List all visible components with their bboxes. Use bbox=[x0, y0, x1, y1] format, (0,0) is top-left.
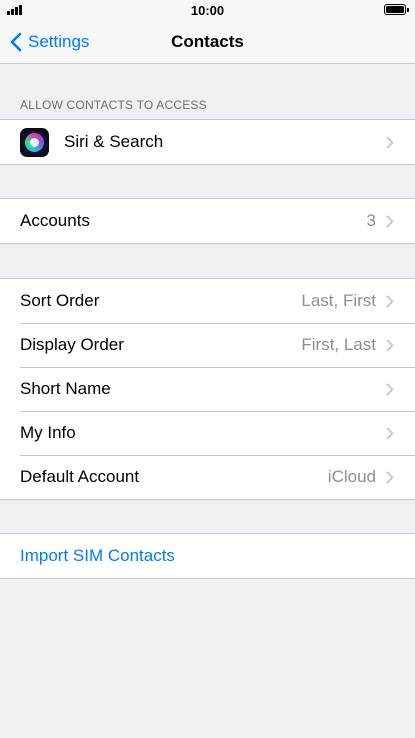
chevron-right-icon bbox=[386, 295, 394, 307]
chevron-right-icon bbox=[386, 215, 394, 227]
my-info-label: My Info bbox=[20, 423, 76, 442]
sort-order-label: Sort Order bbox=[20, 291, 100, 310]
default-account-value: iCloud bbox=[327, 467, 376, 486]
sort-order-row[interactable]: Sort Order Last, First bbox=[0, 279, 415, 323]
accounts-group: Accounts 3 bbox=[0, 198, 415, 244]
siri-icon bbox=[20, 127, 49, 157]
chevron-right-icon bbox=[386, 136, 394, 148]
display-order-row[interactable]: Display Order First, Last bbox=[0, 323, 415, 367]
display-order-label: Display Order bbox=[20, 335, 124, 354]
siri-group: Siri & Search bbox=[0, 119, 415, 165]
status-bar: 10:00 bbox=[0, 0, 415, 20]
accounts-count: 3 bbox=[366, 211, 376, 230]
battery-icon bbox=[384, 4, 409, 15]
accounts-row[interactable]: Accounts 3 bbox=[0, 199, 415, 243]
default-account-label: Default Account bbox=[20, 467, 140, 486]
short-name-label: Short Name bbox=[20, 379, 111, 398]
navigation-bar: Settings Contacts bbox=[0, 20, 415, 64]
accounts-label: Accounts bbox=[20, 211, 90, 230]
chevron-right-icon bbox=[386, 427, 394, 439]
page-title: Contacts bbox=[171, 32, 244, 51]
import-group: Import SIM Contacts bbox=[0, 533, 415, 579]
chevron-right-icon bbox=[386, 339, 394, 351]
import-sim-contacts-button[interactable]: Import SIM Contacts bbox=[0, 534, 415, 578]
short-name-row[interactable]: Short Name bbox=[0, 367, 415, 411]
siri-search-row[interactable]: Siri & Search bbox=[0, 120, 415, 164]
sort-order-value: Last, First bbox=[301, 291, 376, 310]
default-account-row[interactable]: Default Account iCloud bbox=[0, 455, 415, 499]
siri-search-label: Siri & Search bbox=[64, 132, 164, 151]
allow-access-header: ALLOW CONTACTS TO ACCESS bbox=[20, 98, 207, 112]
import-sim-contacts-label: Import SIM Contacts bbox=[20, 546, 175, 565]
status-time: 10:00 bbox=[190, 3, 225, 18]
chevron-right-icon bbox=[386, 383, 394, 395]
my-info-row[interactable]: My Info bbox=[0, 411, 415, 455]
display-order-value: First, Last bbox=[301, 335, 376, 354]
settings-group: Sort Order Last, First Display Order Fir… bbox=[0, 278, 415, 500]
chevron-right-icon bbox=[386, 471, 394, 483]
